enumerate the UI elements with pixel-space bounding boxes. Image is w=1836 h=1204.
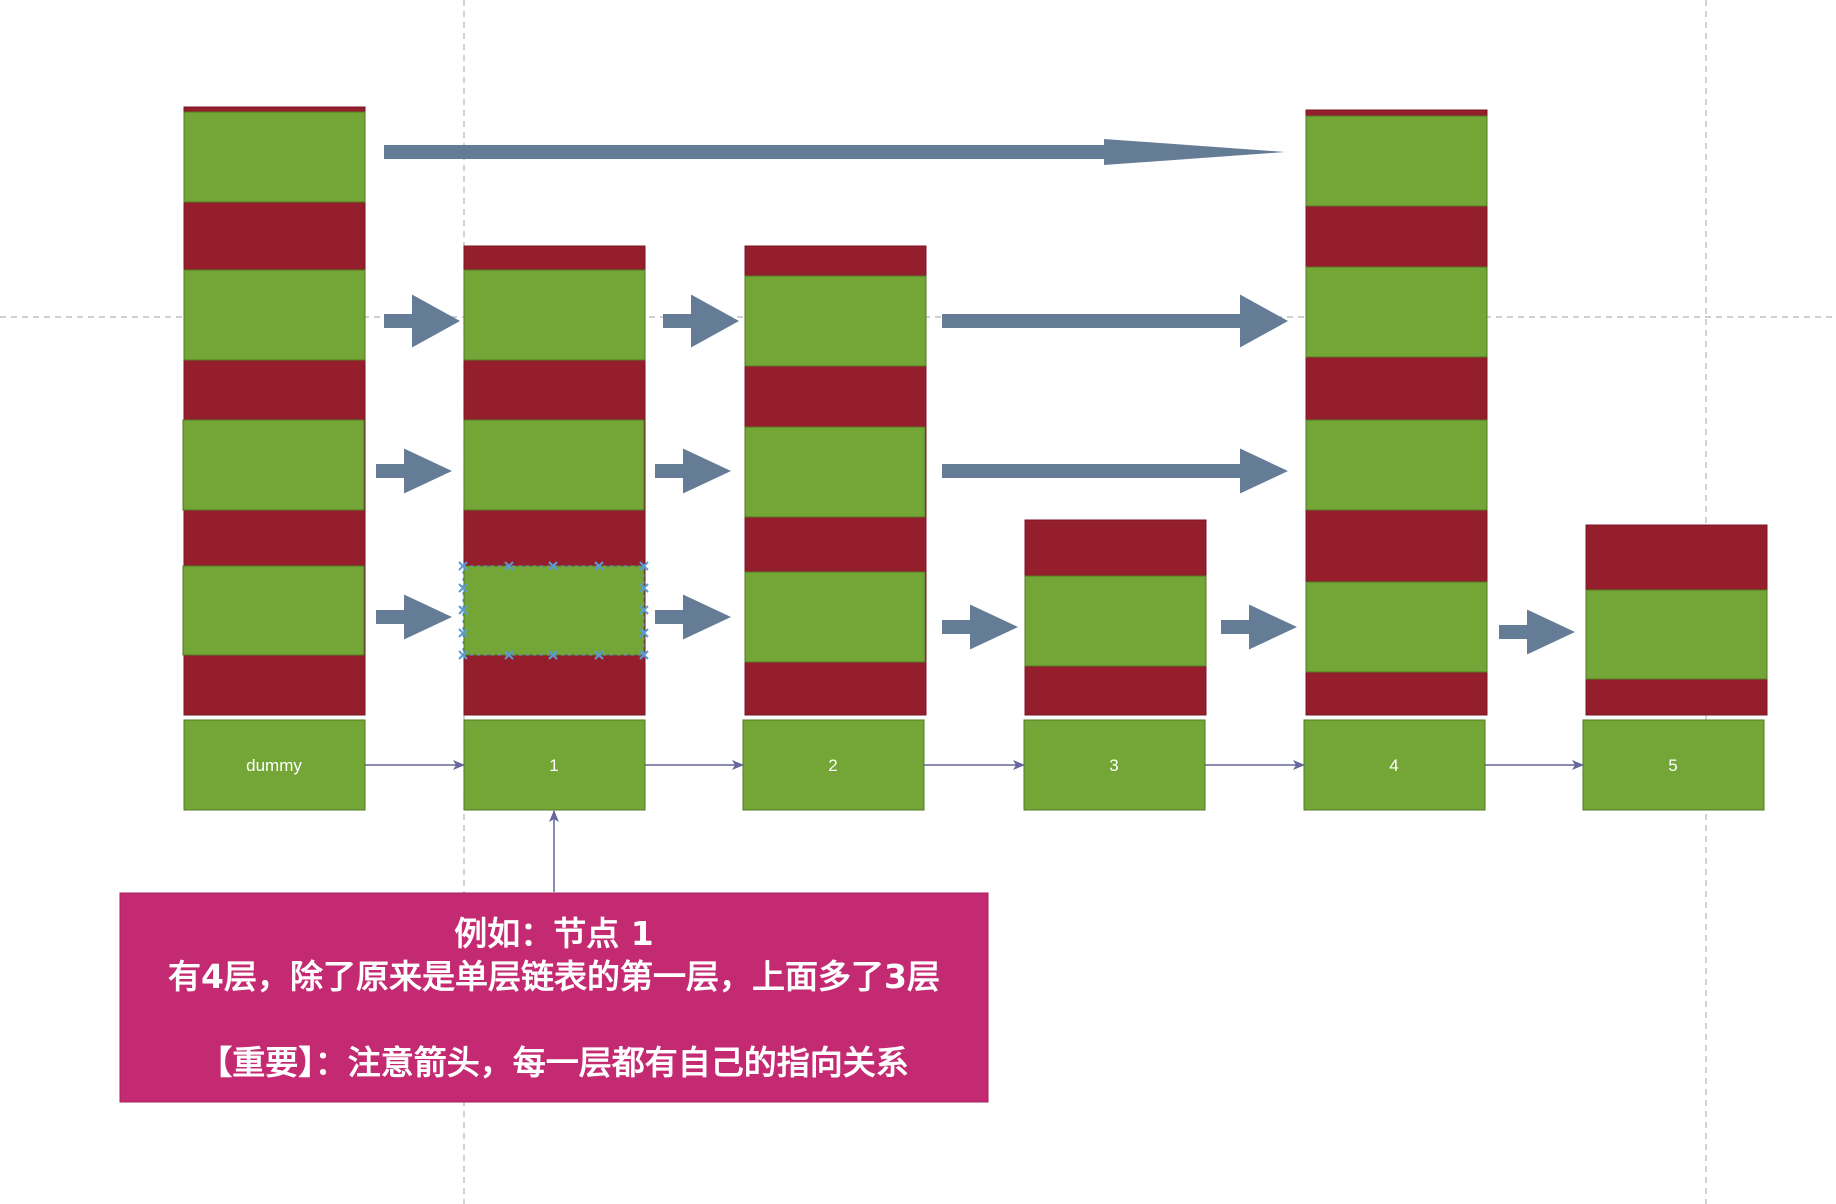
node-column-4 bbox=[1305, 109, 1488, 716]
node-label: 1 bbox=[549, 756, 558, 775]
pointer-arrow bbox=[1221, 604, 1297, 650]
note-callout[interactable]: 例如：节点 1 有4层，除了原来是单层链表的第一层，上面多了3层 【重要】：注意… bbox=[119, 810, 989, 1103]
base-node-1[interactable]: 1 bbox=[463, 719, 646, 811]
node-column-dummy bbox=[182, 106, 366, 716]
node-label: 2 bbox=[828, 756, 837, 775]
pointer-arrow bbox=[376, 594, 452, 640]
node-label: 4 bbox=[1389, 756, 1398, 775]
node-label: 5 bbox=[1668, 756, 1677, 775]
level-3-cell[interactable] bbox=[183, 269, 366, 361]
level-1-cell[interactable] bbox=[744, 571, 926, 663]
pointer-arrow bbox=[942, 604, 1018, 650]
level-3-cell[interactable] bbox=[744, 275, 927, 367]
note-line-1: 例如：节点 1 bbox=[454, 914, 653, 953]
pointer-arrow bbox=[1499, 609, 1575, 655]
base-node-dummy[interactable]: dummy bbox=[183, 719, 366, 811]
pointer-arrow bbox=[655, 594, 731, 640]
pointer-arrow bbox=[384, 294, 460, 348]
base-node-4[interactable]: 4 bbox=[1303, 719, 1486, 811]
level-4-cell[interactable] bbox=[183, 111, 366, 203]
level-1-cell[interactable] bbox=[1305, 581, 1488, 673]
pointer-arrow bbox=[942, 294, 1288, 348]
skiplist-diagram: dummy 1 2 3 4 5 例如：节点 1 有4层，除了原来是单层链表的第一… bbox=[0, 0, 1836, 1204]
pointer-arrow bbox=[655, 448, 731, 494]
level-3-cell[interactable] bbox=[463, 269, 646, 361]
node-label: dummy bbox=[246, 756, 302, 775]
level-1-cell[interactable] bbox=[1024, 575, 1207, 667]
note-line-2: 有4层，除了原来是单层链表的第一层，上面多了3层 bbox=[168, 957, 940, 996]
level-3-cell[interactable] bbox=[1305, 266, 1488, 358]
level-2-cell[interactable] bbox=[744, 426, 926, 518]
level-1-cell[interactable] bbox=[1585, 589, 1768, 680]
node-column-3 bbox=[1024, 519, 1207, 716]
node-label: 3 bbox=[1109, 756, 1118, 775]
level-2-cell[interactable] bbox=[463, 419, 645, 511]
level-4-cell[interactable] bbox=[1305, 115, 1488, 207]
node-column-1 bbox=[463, 245, 646, 716]
level-2-cell[interactable] bbox=[1305, 419, 1488, 511]
pointer-arrow bbox=[384, 139, 1285, 165]
node-column-2 bbox=[744, 245, 927, 716]
base-node-5[interactable]: 5 bbox=[1582, 719, 1765, 811]
base-node-2[interactable]: 2 bbox=[742, 719, 925, 811]
level-2-cell[interactable] bbox=[182, 419, 365, 511]
skiplist-diagram-canvas: dummy 1 2 3 4 5 例如：节点 1 有4层，除了原来是单层链表的第一… bbox=[0, 0, 1836, 1204]
base-node-3[interactable]: 3 bbox=[1023, 719, 1206, 811]
pointer-arrow bbox=[376, 448, 452, 494]
node-column-5 bbox=[1585, 524, 1768, 716]
pointer-arrow bbox=[942, 448, 1288, 494]
level-1-cell[interactable] bbox=[182, 565, 365, 656]
note-line-3: 【重要】：注意箭头，每一层都有自己的指向关系 bbox=[199, 1043, 909, 1082]
pointer-arrow bbox=[663, 294, 739, 348]
level-1-cell[interactable] bbox=[463, 565, 645, 656]
